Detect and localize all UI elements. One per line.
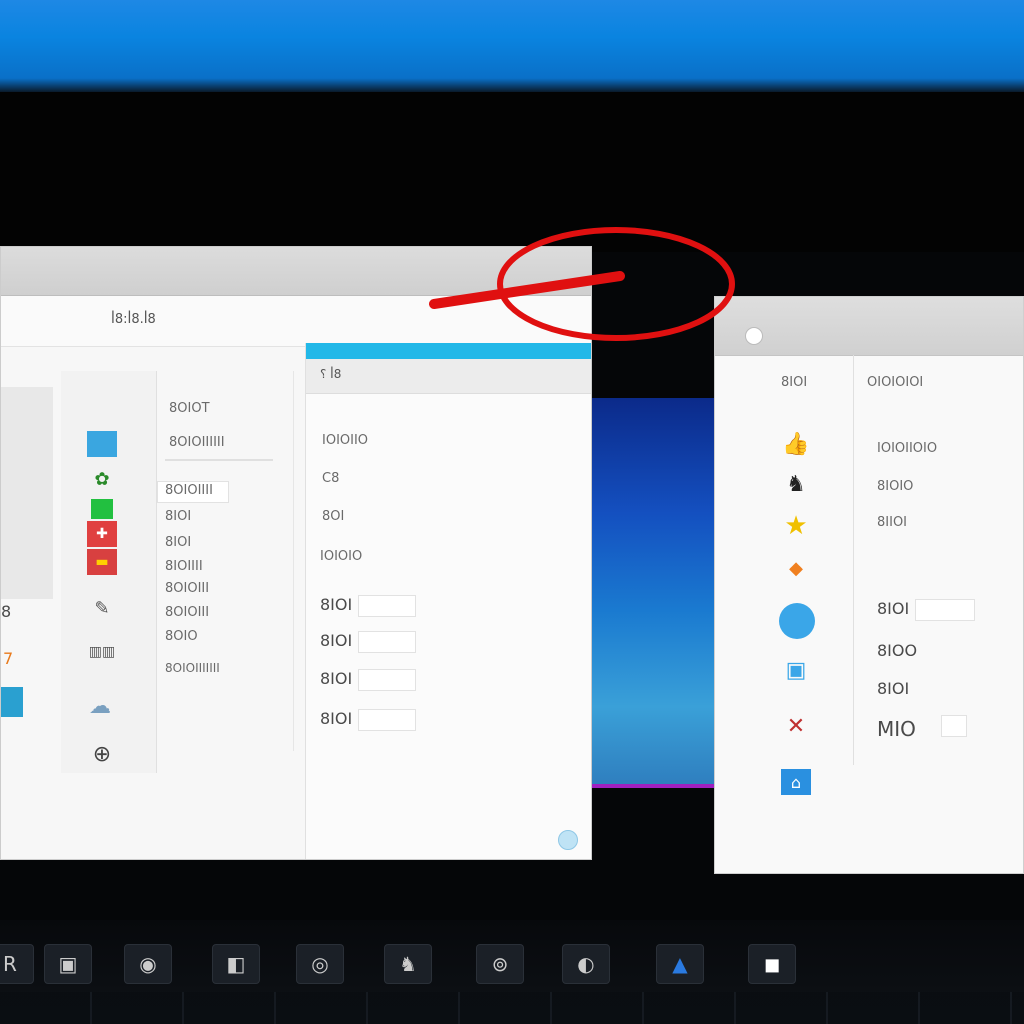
pen-icon[interactable]: ✎: [87, 595, 117, 621]
yellow-star-icon[interactable]: ★: [781, 511, 811, 541]
taskbar-item[interactable]: ♞: [384, 944, 432, 984]
column-divider: [853, 355, 854, 765]
taskbar-item[interactable]: ◎: [296, 944, 344, 984]
blue-sphere-icon[interactable]: [779, 603, 815, 639]
list-item[interactable]: 8IOIIII: [165, 559, 203, 574]
list-item[interactable]: 8IOI: [165, 509, 191, 524]
divider: [165, 459, 273, 461]
detail-pane-accent-bar: [306, 343, 591, 359]
detail-label: 8OI: [322, 509, 345, 524]
detail-label: IOIOIO: [320, 549, 363, 564]
detail-pane-header: ⸮ ꟾ8: [306, 359, 591, 394]
toolbar-label: ꟾ8:ꟾ8.ꟾ8: [111, 312, 156, 327]
right-list-item[interactable]: 8IOI: [877, 599, 909, 618]
right-list-item[interactable]: 8IOIO: [877, 479, 913, 494]
list-item[interactable]: 8OIOIIIIII: [169, 435, 225, 450]
detail-pane-header-label: ⸮ ꟾ8: [320, 367, 342, 381]
desktop-wallpaper-top: [0, 0, 1024, 92]
green-square-icon[interactable]: [91, 499, 113, 519]
list-item[interactable]: 8OIOIIIIIII: [165, 661, 220, 675]
right-list-item[interactable]: MIO: [877, 717, 916, 741]
preview-pane: [1, 387, 53, 599]
taskbar-item[interactable]: ◐: [562, 944, 610, 984]
taskbar-item[interactable]: ⊚: [476, 944, 524, 984]
orange-badge-icon[interactable]: ◆: [781, 555, 811, 581]
cloud-icon[interactable]: ☁: [85, 693, 115, 719]
detail-field[interactable]: [358, 709, 416, 731]
right-header-right: OIOIOIOI: [867, 375, 924, 390]
detail-label: 8IOI: [320, 669, 353, 688]
desktop-wallpaper-strip: [592, 398, 716, 788]
right-list-item[interactable]: 8IIOI: [877, 515, 907, 530]
desktop-dark-area: [0, 92, 1024, 252]
keyboard-edge: [0, 992, 1024, 1024]
detail-field[interactable]: [358, 669, 416, 691]
detail-pane: ⸮ ꟾ8 IOIOIIO C8 8OI IOIOIO 8IOI 8IOI 8IO…: [305, 343, 591, 859]
taskbar-item[interactable]: ◧: [212, 944, 260, 984]
edge-label: 8: [1, 602, 12, 621]
yellow-thumb-icon[interactable]: 👍: [781, 431, 811, 457]
detail-field[interactable]: [358, 595, 416, 617]
detail-label: 8IOI: [320, 595, 353, 614]
right-list-item[interactable]: 8IOI: [877, 679, 909, 698]
green-figure-icon[interactable]: ✿: [87, 466, 117, 492]
taskbar-item[interactable]: ◼: [748, 944, 796, 984]
right-header-left: 8IOI: [781, 375, 808, 390]
edge-tile-icon: [1, 687, 23, 717]
settings-list: 8OIOT 8OIOIIIIII 8OIOIIII 8IOI 8IOI 8IOI…: [157, 371, 294, 751]
edge-label: 7: [3, 649, 14, 668]
icon-column: ✿ ✚ ▬ ✎ ▥▥ ☁ ⊕: [61, 371, 157, 773]
list-item[interactable]: 8OIOIII: [165, 605, 209, 620]
detail-label: C8: [322, 471, 340, 486]
right-window: 8IOI OIOIOIOI 👍 ♞ ★ ◆ ▣ ✕ ⌂ IOIOIIOIO 8I…: [714, 296, 1024, 874]
list-item[interactable]: 8OIOIII: [165, 581, 209, 596]
red-car-icon[interactable]: ▬: [87, 549, 117, 575]
left-window: ꟾ8:ꟾ8.ꟾ8 8 7 ✿ ✚ ▬ ✎ ▥▥ ☁ ⊕ 8OIOT 8OIOII…: [0, 246, 592, 860]
right-field[interactable]: [941, 715, 967, 737]
taskbar-item[interactable]: ◉: [124, 944, 172, 984]
blue-tile-icon[interactable]: [87, 431, 117, 457]
detail-label: IOIOIIO: [322, 433, 369, 448]
right-field[interactable]: [915, 599, 975, 621]
detail-label: 8IOI: [320, 709, 353, 728]
detail-field[interactable]: [358, 631, 416, 653]
list-item[interactable]: 8IOI: [165, 535, 191, 550]
left-window-titlebar[interactable]: [1, 247, 591, 296]
plus-circle-icon[interactable]: ⊕: [87, 741, 117, 767]
taskbar-item[interactable]: ▣: [44, 944, 92, 984]
taskbar-item[interactable]: R: [0, 944, 34, 984]
right-list-item[interactable]: IOIOIIOIO: [877, 441, 937, 456]
window-dot-icon[interactable]: [745, 327, 763, 345]
taskbar-item[interactable]: ▲: [656, 944, 704, 984]
right-list-item[interactable]: 8IOO: [877, 641, 917, 660]
list-item[interactable]: 8OIOIIII: [165, 483, 213, 498]
list-item[interactable]: 8OIOT: [169, 401, 210, 416]
right-window-titlebar[interactable]: [715, 297, 1023, 356]
red-tile-icon[interactable]: ✚: [87, 521, 117, 547]
detail-label: 8IOI: [320, 631, 353, 650]
crossed-icon[interactable]: ✕: [781, 713, 811, 739]
black-figure-icon[interactable]: ♞: [781, 471, 811, 497]
grid-device-icon[interactable]: ▥▥: [83, 639, 121, 665]
left-window-toolbar: ꟾ8:ꟾ8.ꟾ8: [1, 296, 591, 347]
frame-icon[interactable]: ▣: [781, 657, 811, 683]
help-icon[interactable]: [558, 830, 578, 850]
blue-tab-icon[interactable]: ⌂: [781, 769, 811, 795]
list-item[interactable]: 8OIO: [165, 629, 198, 644]
